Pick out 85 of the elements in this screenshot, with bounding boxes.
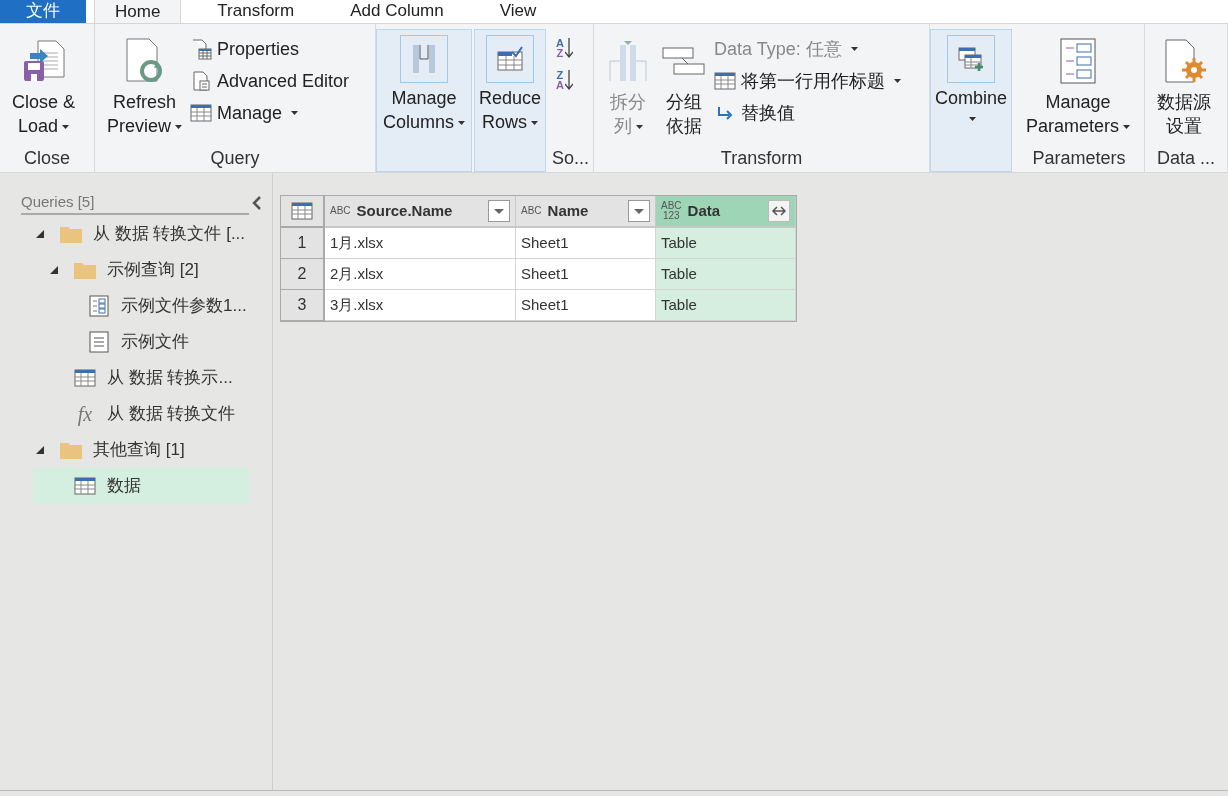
row-number: 2 xyxy=(281,259,325,290)
filter-dropdown-icon[interactable] xyxy=(488,200,510,222)
ribbon-tab[interactable]: Add Column xyxy=(330,0,464,23)
editor-document-icon xyxy=(190,70,213,92)
parameter-list-icon xyxy=(89,295,109,317)
group-by-icon xyxy=(662,44,706,78)
queries-title: Queries [5] xyxy=(21,191,249,215)
folder-icon xyxy=(73,260,97,280)
table-cell: 3月.xlsx xyxy=(325,290,516,321)
column-header[interactable]: ABC Name xyxy=(516,196,656,228)
table-cell: Table xyxy=(656,228,796,259)
expand-arrows-icon[interactable] xyxy=(768,200,790,222)
folder-icon xyxy=(59,224,83,244)
down-arrow-icon xyxy=(564,38,573,58)
ribbon-button[interactable]: Properties xyxy=(190,33,350,65)
query-item[interactable]: fx 从 数据 转换文件 xyxy=(33,396,249,432)
group-label: Parameters xyxy=(1031,147,1127,170)
ribbon-dropdown-button[interactable]: Manage Columns xyxy=(376,29,472,172)
ribbon-tab[interactable]: Home xyxy=(94,0,182,23)
function-icon: fx xyxy=(77,404,93,424)
column-name: Name xyxy=(547,200,590,221)
ribbon-dropdown-button[interactable]: Reduce Rows xyxy=(474,29,546,172)
table-icon xyxy=(74,476,96,496)
table-check-icon xyxy=(495,44,525,74)
down-arrow-icon xyxy=(564,70,573,90)
column-name: Data xyxy=(687,200,722,221)
ribbon-button[interactable]: Close & Load xyxy=(8,32,80,140)
ribbon-tab[interactable]: View xyxy=(479,0,557,23)
type-label: ABC xyxy=(521,206,542,216)
query-item[interactable]: 从 数据 转换示... xyxy=(33,360,249,396)
table-menu-button[interactable] xyxy=(281,196,325,228)
ribbon-button[interactable]: 替换值 xyxy=(714,97,901,129)
table-cell: Sheet1 xyxy=(516,228,656,259)
row-number: 3 xyxy=(281,290,325,321)
query-item[interactable]: 数据 xyxy=(33,468,249,504)
expander-triangle-icon[interactable] xyxy=(35,445,45,455)
group-label: Data ... xyxy=(1156,147,1216,170)
folder-icon xyxy=(59,440,83,460)
ribbon-button[interactable]: Refresh Preview xyxy=(103,32,187,140)
ribbon-button[interactable]: 将第一行用作标题 xyxy=(714,65,901,97)
ribbon-button[interactable]: Manage Parameters xyxy=(1022,32,1135,140)
save-document-icon xyxy=(21,39,66,83)
group-label: Query xyxy=(209,147,261,170)
ribbon-button[interactable]: Manage xyxy=(190,97,350,129)
table-cell: Table xyxy=(656,290,796,321)
ribbon-tab[interactable]: 文件 xyxy=(0,0,86,23)
type-label: ABC xyxy=(330,206,351,216)
collapse-icon[interactable] xyxy=(252,196,262,210)
ribbon-button[interactable]: 数据源 设置 xyxy=(1153,32,1215,140)
table-icon xyxy=(190,103,213,123)
table-cell: 2月.xlsx xyxy=(325,259,516,290)
group-label: Transform xyxy=(719,147,804,170)
table-cell: 1月.xlsx xyxy=(325,228,516,259)
group-label: Close xyxy=(23,147,71,170)
column-header[interactable]: ABC Source.Name xyxy=(325,196,516,228)
type-label: ABC 123 xyxy=(661,201,682,221)
expander-triangle-icon[interactable] xyxy=(35,229,45,239)
query-item[interactable]: 示例文件参数1... xyxy=(33,288,249,324)
filter-dropdown-icon[interactable] xyxy=(628,200,650,222)
table-cell: Table xyxy=(656,259,796,290)
query-item[interactable]: 其他查询 [1] xyxy=(33,432,249,468)
table-icon xyxy=(74,368,96,388)
ribbon-tab[interactable]: Transform xyxy=(197,0,315,23)
row-number: 1 xyxy=(281,228,325,259)
ribbon-button[interactable]: Advanced Editor xyxy=(190,65,350,97)
table-icon xyxy=(291,201,313,221)
table-cell: Sheet1 xyxy=(516,290,656,321)
table-cell: Sheet1 xyxy=(516,259,656,290)
combine-tables-icon xyxy=(956,44,986,74)
query-item[interactable]: 示例文件 xyxy=(33,324,249,360)
properties-icon xyxy=(190,38,213,60)
query-item[interactable]: 示例查询 [2] xyxy=(33,252,249,288)
table-icon xyxy=(714,71,736,91)
sort-button[interactable]: Z A xyxy=(556,64,573,96)
parameters-icon xyxy=(1060,38,1096,84)
document-icon xyxy=(89,331,109,353)
query-item[interactable]: 从 数据 转换文件 [... xyxy=(33,216,249,252)
document-gear-icon xyxy=(1162,38,1206,84)
group-label: So... xyxy=(551,147,590,170)
column-name: Source.Name xyxy=(356,200,454,221)
expander-triangle-icon[interactable] xyxy=(49,265,59,275)
ribbon-dropdown-button[interactable]: Combine xyxy=(930,29,1012,172)
split-column-icon xyxy=(606,39,650,83)
ribbon-button[interactable]: 分组 依据 xyxy=(658,32,710,140)
sort-button[interactable]: A Z xyxy=(556,32,573,64)
